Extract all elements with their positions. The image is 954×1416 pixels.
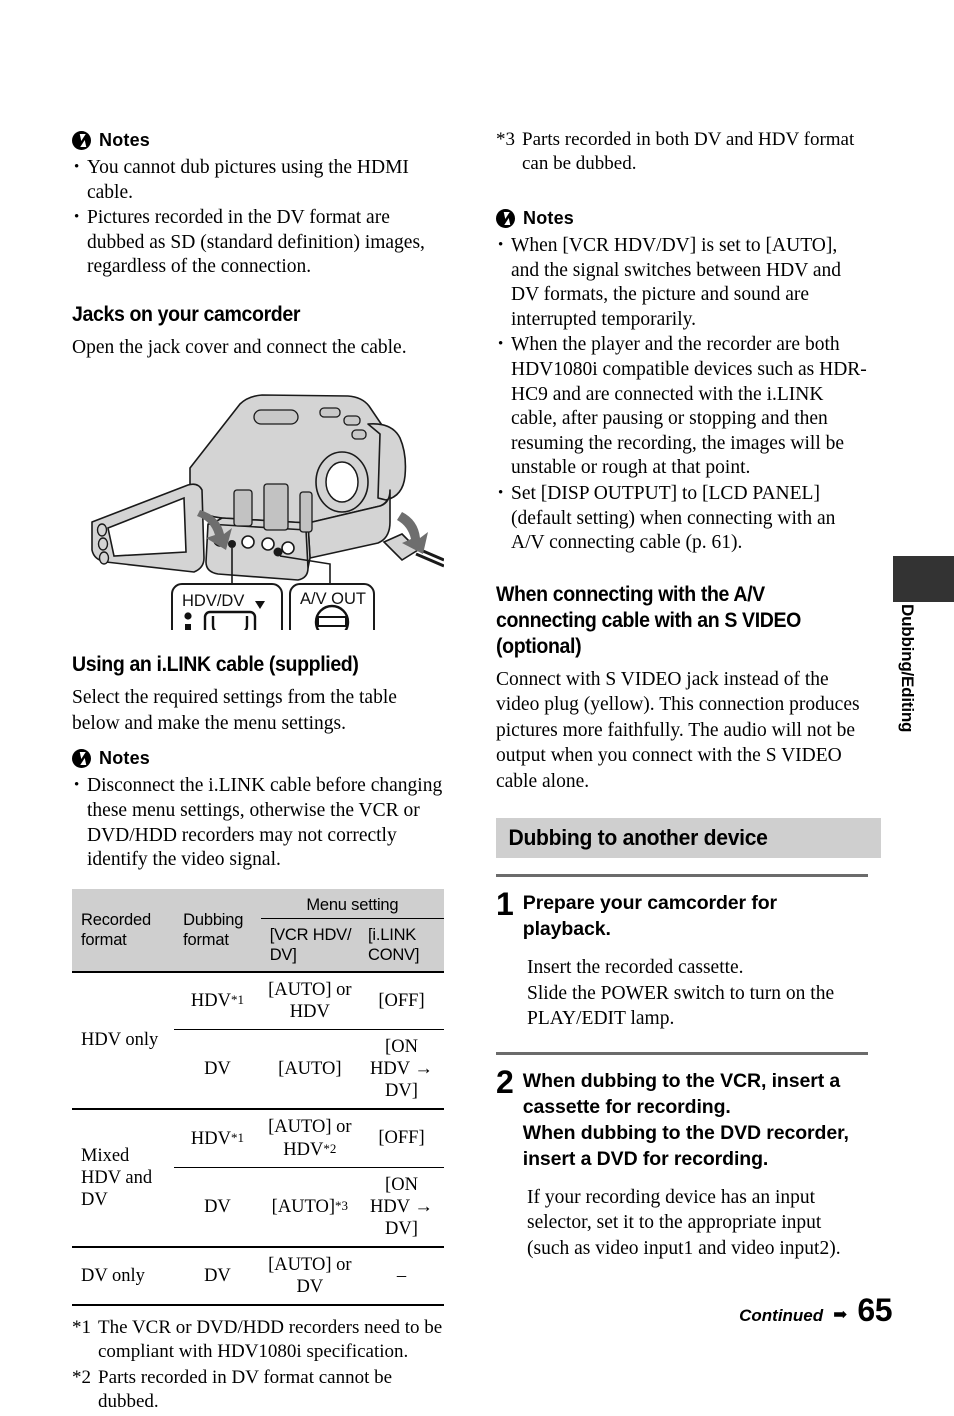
table-row: Mixed HDV and DV HDV*1 [AUTO] or HDV*2 [… [72,1107,444,1247]
footnote-mark: *1 [72,1316,91,1338]
page-footer: Continued ➡ 65 [739,1292,892,1329]
notes-list-3: When [VCR HDV/DV] is set to [AUTO], and … [496,233,868,556]
manual-page: Notes You cannot dub pictures using the … [0,0,954,1412]
table-row: HDV only HDV*1 [AUTO] or HDV [OFF] [72,970,444,1109]
cell-recorded-format: HDV only [72,970,175,1109]
cell-ilink-setting: [OFF] [358,970,444,1030]
step-2: 2 When dubbing to the VCR, insert a cass… [496,1051,868,1262]
note-item: Pictures recorded in the DV format are d… [72,205,444,280]
notes-label: Notes [523,208,575,228]
notes-list-1: You cannot dub pictures using the HDMI c… [72,155,444,280]
footnote-text: Parts recorded in DV format cannot be du… [98,1366,393,1412]
cell-vcr-setting: [AUTO]*3 [260,1166,359,1247]
cell-recorded-format: DV only [72,1245,175,1306]
left-column: Notes You cannot dub pictures using the … [72,128,445,1416]
note-item: Set [DISP OUTPUT] to [LCD PANEL] (defaul… [496,481,868,556]
footnote-mark: *2 [72,1366,91,1388]
notes-heading: Notes [72,748,444,769]
notes-heading: Notes [72,130,444,151]
step-body: Insert the recorded cassette. Slide the … [527,957,835,1030]
footnote-text: The VCR or DVD/HDD recorders need to be … [98,1316,443,1362]
svideo-body-text: Connect with S VIDEO jack instead of the… [496,668,860,792]
right-column: *3 Parts recorded in both DV and HDV form… [496,128,881,1281]
notes-bolt-icon [72,131,91,150]
notes-bolt-icon [496,209,515,228]
note-item: You cannot dub pictures using the HDMI c… [72,155,444,205]
jacks-intro-text: Open the jack cover and connect the cabl… [72,336,407,358]
table-row: DV only DV [AUTO] or DV – [72,1245,444,1306]
section-heading-ilink: Using an i.LINK cable (supplied) [72,653,359,677]
step-title: When dubbing to the VCR, insert a casset… [522,1069,849,1170]
table-head: Recorded format Dubbing format Menu sett… [72,888,444,972]
notes-label: Notes [99,748,151,769]
note-item: When [VCR HDV/DV] is set to [AUTO], and … [496,233,868,332]
step-2-header: 2 When dubbing to the VCR, insert a cass… [496,1063,868,1172]
notes-list-2: Disconnect the i.LINK cable before chang… [72,773,444,872]
footnote-mark: *3 [496,129,515,150]
notes-label: Notes [99,130,151,150]
table-body: HDV only HDV*1 [AUTO] or HDV [OFF] DV [A… [72,970,444,1306]
side-tab-block [893,556,954,602]
side-tab-label: Dubbing/Editing [898,604,917,733]
col-header-ilink-conv: [i.LINK CONV] [358,918,444,972]
step-1: 1 Prepare your camcorder for playback. I… [496,874,868,1032]
step-body: If your recording device has an input se… [527,1186,841,1259]
cell-recorded-format: Mixed HDV and DV [72,1107,175,1247]
cell-dubbing-format: DV [174,1028,261,1109]
note-item: Disconnect the i.LINK cable before chang… [72,773,444,872]
camcorder-jacks-illustration: HDV/DV A/V OUT [72,372,445,673]
note-item: When the player and the recorder are bot… [496,332,868,481]
footnote-text: Parts recorded in both DV and HDV format… [522,129,855,174]
cell-dubbing-format: HDV*1 [174,1107,261,1168]
footnote-3: *3 Parts recorded in both DV and HDV form… [496,128,868,176]
col-header-vcr-hdv-dv: [VCR HDV/ DV] [260,918,359,972]
cell-dubbing-format: DV [174,1245,261,1306]
section-band-dubbing: Dubbing to another device [496,818,881,859]
section-heading-svideo: When connecting with the A/V connecting … [496,582,801,658]
notes-block-2: Notes Disconnect the i.LINK cable before… [72,748,444,872]
col-header-dubbing-format: Dubbing format [174,888,261,972]
svg-text:HDV/DV: HDV/DV [182,592,244,610]
cell-vcr-setting: [AUTO] [260,1028,359,1109]
step-1-header: 1 Prepare your camcorder for playback. [496,886,868,942]
page-number: 65 [857,1292,892,1328]
arrow-right-icon: ➡ [833,1305,848,1324]
cell-ilink-setting: [ON HDV → DV] [358,1028,444,1109]
continued-label: Continued [739,1306,824,1325]
ilink-intro-text: Select the required settings from the ta… [72,687,397,734]
step-number: 1 [496,886,514,923]
section-heading-jacks: Jacks on your camcorder [72,302,301,326]
notes-bolt-icon [72,749,91,769]
notes-heading: Notes [496,208,868,229]
dubbing-settings-table: Recorded format Dubbing format Menu sett… [72,888,444,1306]
cell-vcr-setting: [AUTO] or HDV*2 [260,1107,359,1168]
table-group-header-row: Recorded format Dubbing format Menu sett… [72,888,444,972]
col-header-recorded-format: Recorded format [72,888,175,972]
cell-dubbing-format: HDV*1 [174,970,261,1030]
cell-ilink-setting: – [358,1245,444,1306]
cell-ilink-setting: [ON HDV → DV] [358,1166,444,1247]
camcorder-illustration-svg: HDV/DV A/V OUT [91,394,445,673]
footnote-2: *2 Parts recorded in DV format cannot be … [72,1366,444,1414]
notes-block-1: Notes You cannot dub pictures using the … [72,130,444,280]
cell-ilink-setting: [OFF] [358,1107,444,1168]
step-title: Prepare your camcorder for playback. [522,892,778,941]
notes-block-3: Notes When [VCR HDV/DV] is set to [AUTO]… [496,208,868,556]
cell-vcr-setting: [AUTO] or DV [260,1245,359,1306]
step-number: 2 [496,1063,514,1100]
cell-vcr-setting: [AUTO] or HDV [260,970,359,1030]
cell-dubbing-format: DV [174,1166,261,1247]
col-header-menu-setting: Menu setting [260,888,444,919]
